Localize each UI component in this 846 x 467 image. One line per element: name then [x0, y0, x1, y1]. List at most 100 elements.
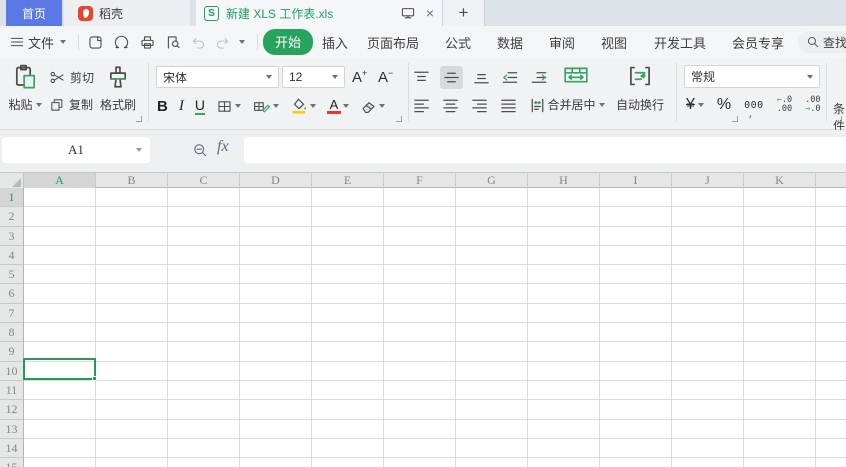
row-header-3[interactable]: 3	[0, 227, 23, 246]
italic-button[interactable]: I	[179, 98, 184, 115]
formula-input[interactable]	[244, 137, 846, 163]
tab-docer[interactable]: 稻壳	[64, 0, 190, 26]
cell-J8[interactable]	[672, 323, 744, 341]
insert-function-button[interactable]: fx	[217, 138, 229, 156]
cell-B15[interactable]	[96, 458, 168, 467]
cell-H7[interactable]	[528, 304, 600, 322]
zoom-formula-icon[interactable]	[192, 142, 209, 159]
row-header-13[interactable]: 13	[0, 420, 23, 439]
cell-C5[interactable]	[168, 265, 240, 283]
tab-document[interactable]: S 新建 XLS 工作表.xls ×	[196, 0, 443, 26]
fill-handle[interactable]	[92, 376, 97, 381]
cell-B1[interactable]	[96, 188, 168, 206]
cell-A6[interactable]	[24, 284, 96, 302]
cell-partial-13[interactable]	[816, 420, 846, 438]
cell-I15[interactable]	[600, 458, 672, 467]
align-center-icon[interactable]	[441, 96, 460, 115]
cell-K3[interactable]	[744, 227, 816, 245]
cell-K15[interactable]	[744, 458, 816, 467]
align-middle-button[interactable]	[440, 66, 463, 89]
cell-F13[interactable]	[384, 420, 456, 438]
cell-C3[interactable]	[168, 227, 240, 245]
cell-partial-14[interactable]	[816, 439, 846, 457]
cell-E6[interactable]	[312, 284, 384, 302]
align-left-icon[interactable]	[412, 96, 431, 115]
cell-I14[interactable]	[600, 439, 672, 457]
cell-B9[interactable]	[96, 342, 168, 360]
cell-D5[interactable]	[240, 265, 312, 283]
column-header-I[interactable]: I	[600, 173, 672, 188]
cell-D10[interactable]	[240, 362, 312, 380]
cell-partial-11[interactable]	[816, 381, 846, 399]
cell-F2[interactable]	[384, 207, 456, 225]
column-header-partial[interactable]	[816, 173, 846, 188]
cell-F7[interactable]	[384, 304, 456, 322]
cell-J3[interactable]	[672, 227, 744, 245]
cell-H5[interactable]	[528, 265, 600, 283]
decrease-indent-icon[interactable]	[500, 68, 520, 87]
cell-F1[interactable]	[384, 188, 456, 206]
align-right-icon[interactable]	[470, 96, 489, 115]
cell-I4[interactable]	[600, 246, 672, 264]
paste-button[interactable]: 粘贴	[4, 63, 46, 113]
dialog-launcher-icon[interactable]	[836, 116, 842, 122]
cell-D3[interactable]	[240, 227, 312, 245]
dialog-launcher-icon[interactable]	[396, 116, 402, 122]
cell-B12[interactable]	[96, 400, 168, 418]
cell-C2[interactable]	[168, 207, 240, 225]
cell-H2[interactable]	[528, 207, 600, 225]
cell-E2[interactable]	[312, 207, 384, 225]
cell-A3[interactable]	[24, 227, 96, 245]
cell-partial-6[interactable]	[816, 284, 846, 302]
cell-C10[interactable]	[168, 362, 240, 380]
cell-partial-4[interactable]	[816, 246, 846, 264]
select-all-corner[interactable]	[0, 173, 24, 188]
cell-J14[interactable]	[672, 439, 744, 457]
cell-E4[interactable]	[312, 246, 384, 264]
row-header-1[interactable]: 1	[0, 188, 23, 207]
cut-button[interactable]: 剪切	[49, 69, 94, 86]
cell-G13[interactable]	[456, 420, 528, 438]
column-header-K[interactable]: K	[744, 173, 816, 188]
percent-button[interactable]: %	[717, 96, 731, 114]
cell-D11[interactable]	[240, 381, 312, 399]
row-header-12[interactable]: 12	[0, 400, 23, 419]
row-header-14[interactable]: 14	[0, 439, 23, 458]
menu-tab-home[interactable]: 开始	[263, 26, 313, 58]
cell-F12[interactable]	[384, 400, 456, 418]
bold-button[interactable]: B	[157, 98, 168, 115]
cell-K9[interactable]	[744, 342, 816, 360]
cell-G11[interactable]	[456, 381, 528, 399]
cell-G4[interactable]	[456, 246, 528, 264]
menu-tab-review[interactable]: 审阅	[549, 26, 575, 58]
cell-K5[interactable]	[744, 265, 816, 283]
increase-decimal-button[interactable]: ←.0 .00	[777, 96, 792, 114]
cell-I10[interactable]	[600, 362, 672, 380]
copy-button[interactable]: 复制	[49, 96, 93, 113]
cell-K7[interactable]	[744, 304, 816, 322]
cell-C11[interactable]	[168, 381, 240, 399]
cell-C4[interactable]	[168, 246, 240, 264]
cell-partial-9[interactable]	[816, 342, 846, 360]
cell-D13[interactable]	[240, 420, 312, 438]
row-header-8[interactable]: 8	[0, 323, 23, 342]
cell-H15[interactable]	[528, 458, 600, 467]
cell-partial-12[interactable]	[816, 400, 846, 418]
cell-F9[interactable]	[384, 342, 456, 360]
cell-I6[interactable]	[600, 284, 672, 302]
selected-cell-A1[interactable]	[23, 358, 96, 380]
cell-C12[interactable]	[168, 400, 240, 418]
cell-D15[interactable]	[240, 458, 312, 467]
print-preview-button[interactable]	[165, 26, 182, 58]
cell-D12[interactable]	[240, 400, 312, 418]
dialog-launcher-icon[interactable]	[136, 116, 142, 122]
row-header-4[interactable]: 4	[0, 246, 23, 265]
cell-A11[interactable]	[24, 381, 96, 399]
cell-E1[interactable]	[312, 188, 384, 206]
cell-E15[interactable]	[312, 458, 384, 467]
cell-I1[interactable]	[600, 188, 672, 206]
row-header-9[interactable]: 9	[0, 342, 23, 361]
cell-G5[interactable]	[456, 265, 528, 283]
cell-B3[interactable]	[96, 227, 168, 245]
cell-G14[interactable]	[456, 439, 528, 457]
